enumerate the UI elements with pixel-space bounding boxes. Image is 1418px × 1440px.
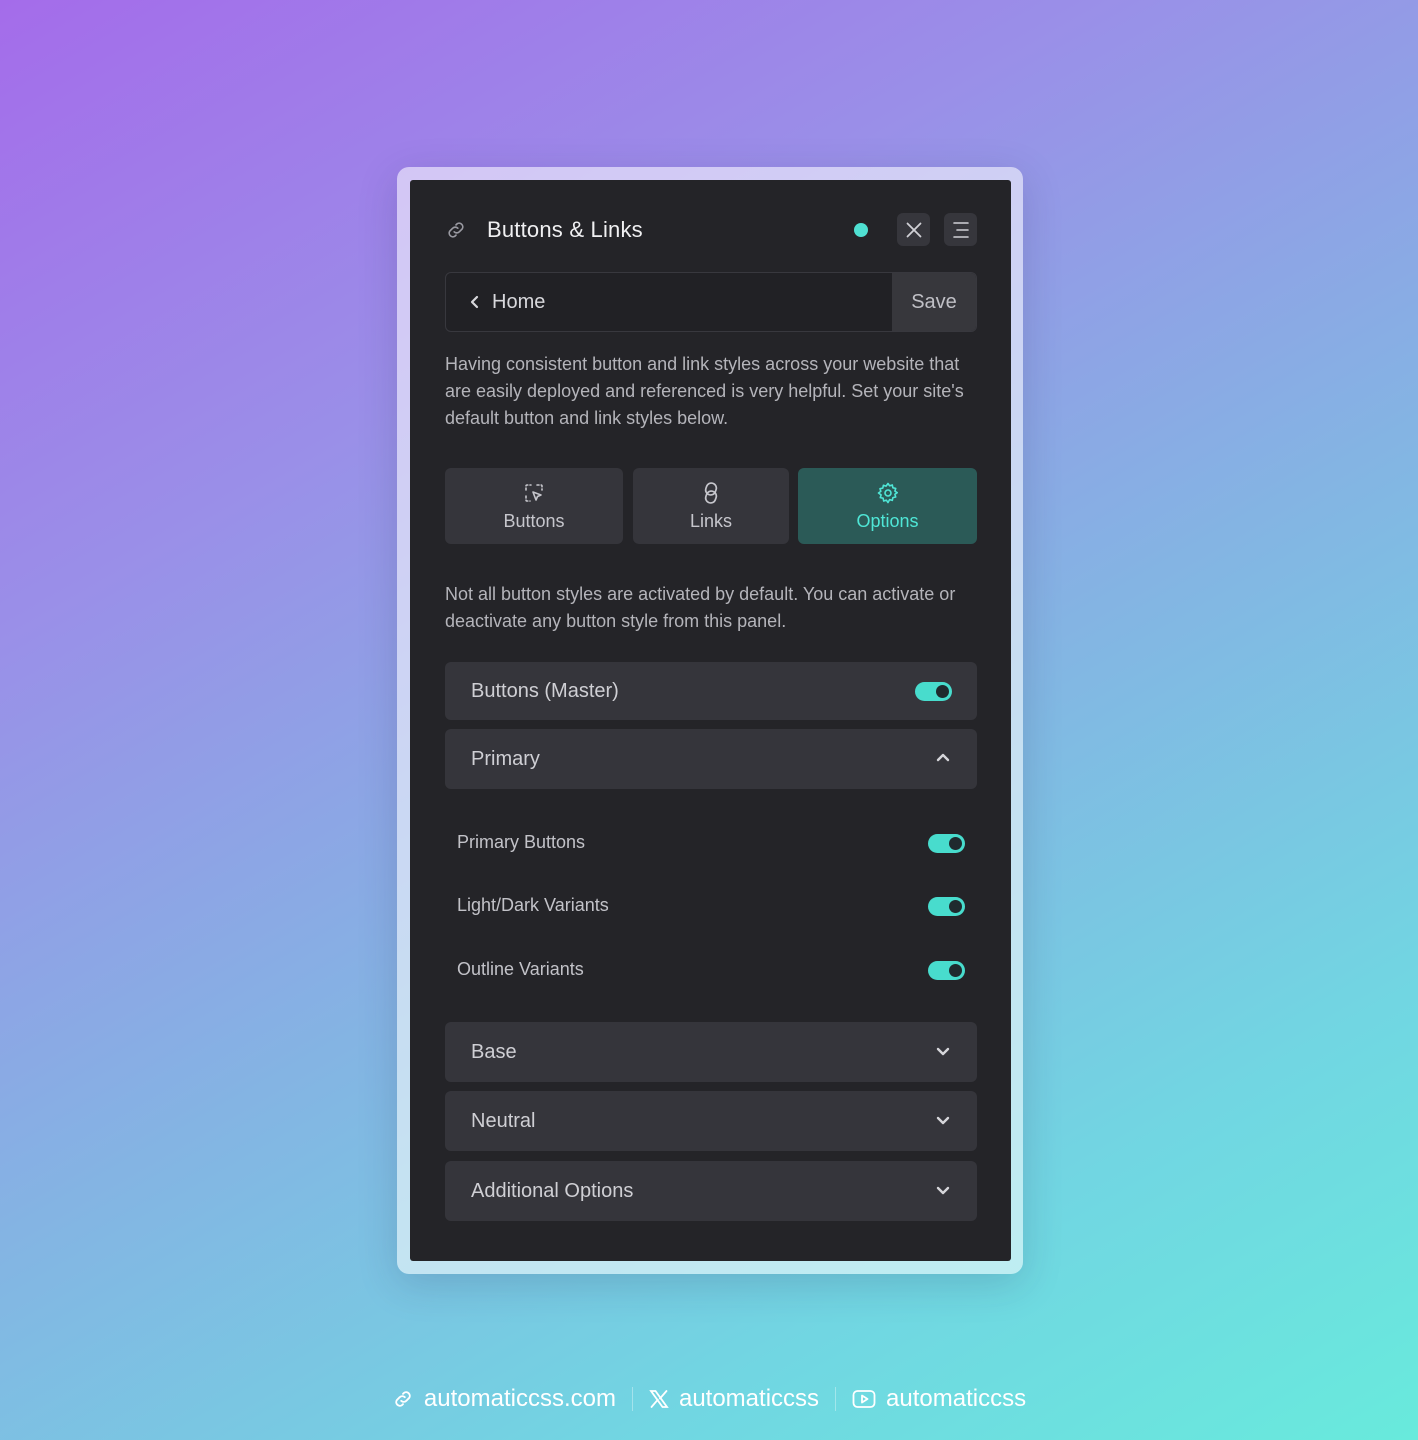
youtube-icon — [852, 1390, 876, 1408]
primary-buttons-toggle[interactable] — [928, 834, 965, 853]
options-description: Not all button styles are activated by d… — [445, 584, 956, 631]
buttons-links-panel: Buttons & Links Home Save Having consist… — [410, 180, 1011, 1261]
chevron-down-icon — [936, 1186, 950, 1195]
base-section-header[interactable]: Base — [445, 1022, 977, 1082]
tab-links-label: Links — [689, 510, 733, 531]
close-button[interactable] — [897, 213, 930, 246]
additional-options-section-label: Additional Options — [471, 1179, 634, 1202]
primary-section-header[interactable]: Primary — [445, 729, 977, 789]
x-link[interactable]: automaticcss — [649, 1385, 819, 1413]
chain-link-icon — [704, 481, 718, 504]
buttons-master-toggle[interactable] — [915, 682, 952, 701]
buttons-master-row: Buttons (Master) — [445, 662, 977, 720]
tab-links[interactable]: Links — [633, 468, 789, 544]
toggle-knob — [949, 837, 962, 850]
tab-buttons-label: Buttons — [503, 510, 565, 531]
youtube-link[interactable]: automaticcss — [852, 1385, 1026, 1413]
toggle-knob — [949, 900, 962, 913]
toggle-knob — [949, 964, 962, 977]
light-dark-variants-toggle[interactable] — [928, 897, 965, 916]
tab-bar: Buttons Links Options — [445, 468, 977, 544]
footer-divider — [631, 1387, 633, 1411]
youtube-handle-label: automaticcss — [886, 1385, 1027, 1412]
cursor-click-icon — [525, 483, 543, 502]
x-handle-label: automaticcss — [678, 1385, 820, 1412]
link-icon — [395, 1391, 411, 1407]
base-section-label: Base — [471, 1040, 517, 1063]
website-label: automaticcss.com — [423, 1385, 616, 1412]
back-home-label: Home — [492, 290, 546, 313]
close-icon — [906, 222, 921, 237]
neutral-section-label: Neutral — [471, 1109, 536, 1132]
website-link[interactable]: automaticcss.com — [392, 1385, 616, 1413]
toggle-knob — [936, 685, 949, 698]
chevron-left-icon — [470, 295, 479, 309]
tab-options[interactable]: Options — [798, 468, 977, 544]
chevron-down-icon — [936, 1116, 950, 1125]
save-button[interactable]: Save — [892, 273, 976, 331]
intro-description: Having consistent button and link styles… — [445, 354, 964, 428]
outline-variants-row: Outline Variants — [457, 955, 965, 985]
hamburger-menu-icon — [952, 221, 969, 238]
light-dark-variants-label: Light/Dark Variants — [457, 895, 609, 915]
tab-options-label: Options — [856, 510, 919, 531]
gear-icon — [877, 482, 898, 503]
footer-divider — [835, 1387, 837, 1411]
panel-header: Buttons & Links — [445, 210, 977, 250]
x-logo-icon — [649, 1390, 669, 1408]
panel-title: Buttons & Links — [487, 217, 643, 242]
primary-buttons-row: Primary Buttons — [457, 828, 965, 858]
additional-options-section-header[interactable]: Additional Options — [445, 1161, 977, 1221]
outline-variants-label: Outline Variants — [457, 959, 584, 979]
footer-links: automaticcss.com automaticcss automaticc… — [0, 1381, 1418, 1417]
primary-section-label: Primary — [471, 747, 540, 770]
neutral-section-header[interactable]: Neutral — [445, 1091, 977, 1151]
chevron-down-icon — [936, 1047, 950, 1056]
light-dark-variants-row: Light/Dark Variants — [457, 891, 965, 921]
outline-variants-toggle[interactable] — [928, 961, 965, 980]
chevron-up-icon — [936, 753, 950, 762]
buttons-master-label: Buttons (Master) — [471, 679, 619, 702]
tab-buttons[interactable]: Buttons — [445, 468, 623, 544]
primary-buttons-label: Primary Buttons — [457, 832, 586, 852]
breadcrumb-bar: Home Save — [445, 272, 977, 332]
menu-button[interactable] — [944, 213, 977, 246]
status-indicator — [854, 223, 868, 237]
link-icon — [445, 219, 467, 241]
back-home-link[interactable]: Home — [470, 273, 545, 331]
